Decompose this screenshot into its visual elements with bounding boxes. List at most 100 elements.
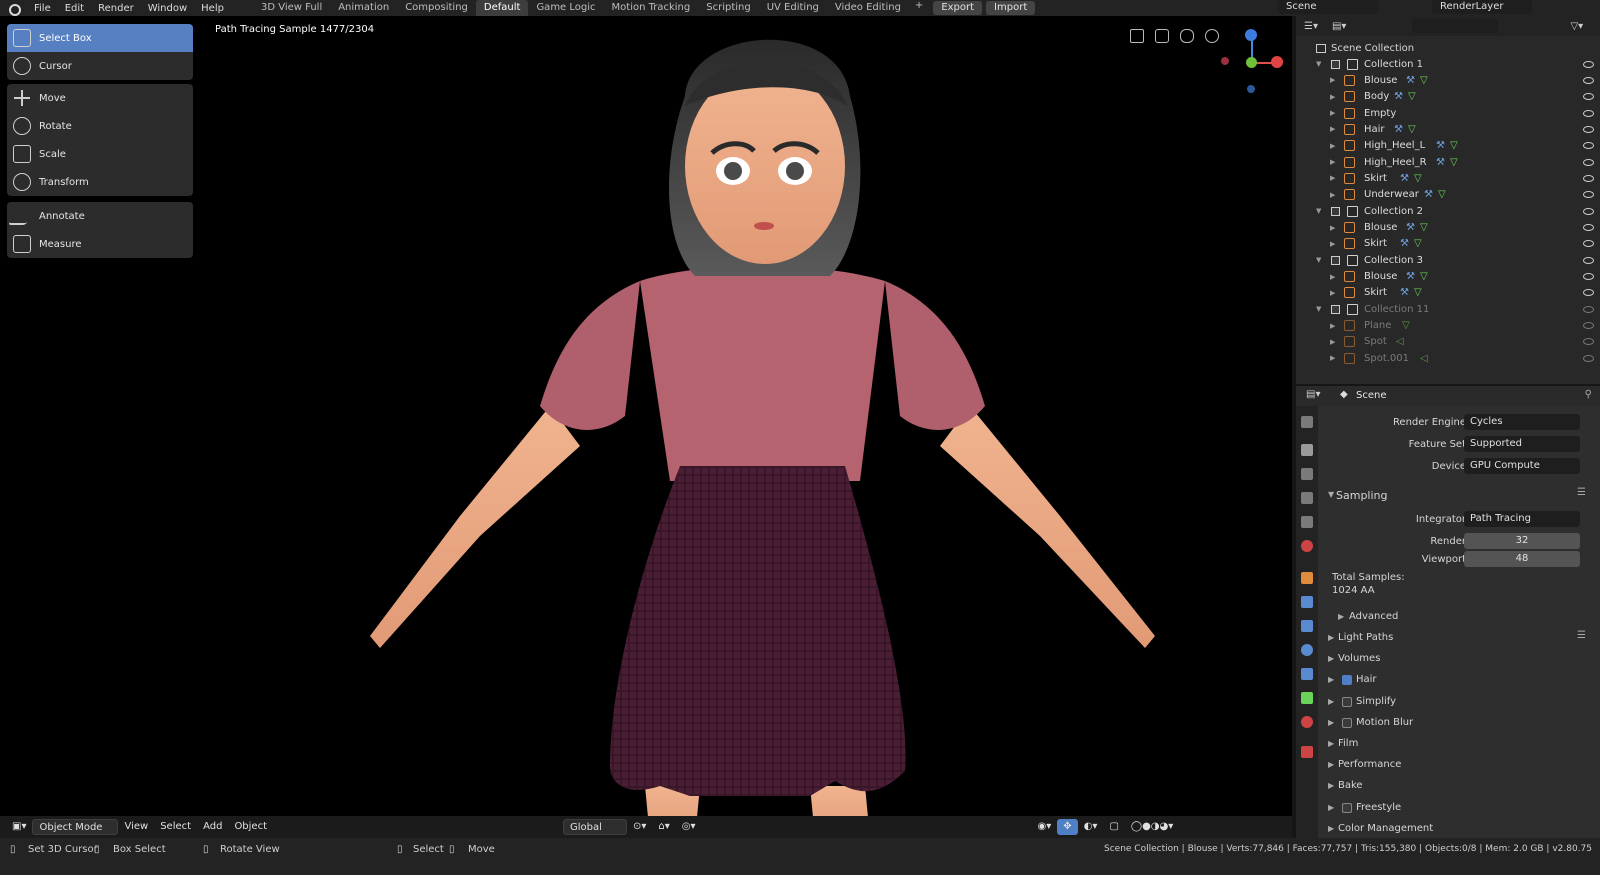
expand-arrow-icon[interactable]: ▶: [1330, 158, 1335, 166]
mesh-data-icon[interactable]: ▽: [1414, 173, 1422, 184]
outliner-object[interactable]: ▶ Skirt ⚒ ▽: [1296, 236, 1600, 252]
constraints-tab-icon[interactable]: [1301, 668, 1313, 680]
expand-arrow-icon[interactable]: ▶: [1330, 224, 1335, 232]
visibility-eye-icon[interactable]: [1583, 256, 1594, 264]
shading-modes-icon[interactable]: ◯●◑◕▾: [1125, 819, 1179, 835]
visibility-eye-icon[interactable]: [1583, 174, 1594, 182]
outliner-collection[interactable]: ▼ Collection 11: [1296, 301, 1600, 317]
mesh-data-icon[interactable]: ▽: [1450, 157, 1458, 168]
texture-tab-icon[interactable]: [1301, 746, 1313, 758]
material-tab-icon[interactable]: [1301, 716, 1313, 728]
expand-arrow-icon[interactable]: ▶: [1330, 125, 1335, 133]
visibility-eye-icon[interactable]: [1583, 289, 1594, 297]
modifier-wrench-icon[interactable]: ⚒: [1406, 75, 1415, 86]
properties-editor-icon[interactable]: ▤▾: [1306, 389, 1320, 400]
panel-film[interactable]: ▶ Film: [1318, 735, 1600, 753]
panel-enable-checkbox[interactable]: [1342, 696, 1352, 707]
outliner-object[interactable]: ▶ Spot ◁: [1296, 334, 1600, 350]
overlay-icon[interactable]: ◐▾: [1078, 819, 1104, 835]
physics-tab-icon[interactable]: [1301, 644, 1313, 656]
tab-compositing[interactable]: Compositing: [397, 0, 476, 16]
mesh-data-icon[interactable]: ▽: [1414, 238, 1422, 249]
output-tab-icon[interactable]: [1301, 468, 1313, 480]
outliner-object[interactable]: ▶ High_Heel_R ⚒ ▽: [1296, 154, 1600, 170]
expand-arrow-icon[interactable]: ▼: [1316, 256, 1321, 264]
expand-arrow-icon[interactable]: ▼: [1316, 305, 1321, 313]
modifier-wrench-icon[interactable]: ⚒: [1400, 287, 1409, 298]
mesh-data-icon[interactable]: ▽: [1414, 287, 1422, 298]
transform-orientation-selector[interactable]: Global: [563, 819, 628, 835]
expand-arrow-icon[interactable]: ▶: [1330, 240, 1335, 248]
pivot-icon[interactable]: ⊙▾: [627, 819, 652, 835]
mesh-data-icon[interactable]: ▽: [1450, 140, 1458, 151]
modifier-wrench-icon[interactable]: ⚒: [1406, 222, 1415, 233]
visibility-eye-icon[interactable]: [1583, 109, 1594, 117]
visibility-eye-icon[interactable]: [1583, 125, 1594, 133]
visibility-eye-icon[interactable]: [1583, 354, 1594, 362]
neg-z-axis-icon[interactable]: [1247, 85, 1255, 93]
exclude-checkbox[interactable]: [1331, 255, 1340, 265]
mode-selector[interactable]: Object Mode: [32, 819, 119, 835]
tool-move[interactable]: Move: [7, 84, 193, 112]
visibility-eye-icon[interactable]: [1583, 338, 1594, 346]
particles-tab-icon[interactable]: [1301, 620, 1313, 632]
export-button[interactable]: Export: [933, 1, 983, 15]
expand-arrow-icon[interactable]: ▶: [1330, 338, 1335, 346]
outliner-object[interactable]: ▶ Blouse ⚒ ▽: [1296, 220, 1600, 236]
outliner-object[interactable]: ▶ Underwear ⚒ ▽: [1296, 187, 1600, 203]
exclude-checkbox[interactable]: [1331, 206, 1340, 216]
tool-transform[interactable]: Transform: [7, 168, 193, 196]
visibility-eye-icon[interactable]: [1583, 93, 1594, 101]
modifier-wrench-icon[interactable]: ⚒: [1436, 140, 1445, 151]
tab-video-editing[interactable]: Video Editing: [827, 0, 909, 16]
light-data-icon[interactable]: ◁: [1396, 336, 1404, 347]
tab-default[interactable]: Default: [475, 0, 529, 16]
tool-scale[interactable]: Scale: [7, 140, 193, 168]
panel-motion-blur[interactable]: ▶ Motion Blur: [1318, 714, 1600, 732]
modifier-wrench-icon[interactable]: ⚒: [1394, 91, 1403, 102]
light-data-icon[interactable]: ◁: [1420, 353, 1428, 364]
sampling-section-header[interactable]: ▼ Sampling ☰: [1318, 486, 1600, 504]
visibility-eye-icon[interactable]: [1583, 322, 1594, 330]
visibility-eye-icon[interactable]: [1583, 273, 1594, 281]
outliner-editor-icon[interactable]: ☰▾: [1304, 21, 1318, 32]
mesh-data-icon[interactable]: ▽: [1438, 189, 1446, 200]
mesh-data-icon[interactable]: ▽: [1408, 124, 1416, 135]
modifier-wrench-icon[interactable]: ⚒: [1400, 173, 1409, 184]
visibility-eye-icon[interactable]: [1583, 142, 1594, 150]
mesh-data-icon[interactable]: ▽: [1420, 75, 1428, 86]
visibility-eye-icon[interactable]: [1583, 305, 1594, 313]
pin-icon[interactable]: ⚲: [1585, 389, 1592, 400]
expand-arrow-icon[interactable]: ▶: [1330, 142, 1335, 150]
visibility-eye-icon[interactable]: [1583, 76, 1594, 84]
expand-arrow-icon[interactable]: ▶: [1330, 289, 1335, 297]
panel-simplify[interactable]: ▶ Simplify: [1318, 693, 1600, 711]
expand-arrow-icon[interactable]: ▶: [1330, 93, 1335, 101]
outliner-collection[interactable]: ▼ Collection 1: [1296, 56, 1600, 72]
tab-uv-editing[interactable]: UV Editing: [759, 0, 827, 16]
expand-arrow-icon[interactable]: ▼: [1316, 60, 1321, 68]
expand-arrow-icon[interactable]: ▶: [1330, 109, 1335, 117]
add-menu[interactable]: Add: [197, 819, 228, 835]
3d-viewport[interactable]: Select Box Cursor Move Rotate Scale Tran…: [0, 16, 1292, 838]
device-select[interactable]: GPU Compute: [1464, 458, 1580, 474]
outliner-object[interactable]: ▶ Blouse ⚒ ▽: [1296, 72, 1600, 88]
modifier-wrench-icon[interactable]: ⚒: [1400, 238, 1409, 249]
mesh-data-icon[interactable]: ▽: [1420, 222, 1428, 233]
panel-enable-checkbox[interactable]: [1342, 717, 1352, 728]
z-axis-icon[interactable]: [1245, 29, 1257, 41]
tool-select-box[interactable]: Select Box: [7, 24, 193, 52]
blender-logo-icon[interactable]: [7, 2, 21, 16]
outliner-object[interactable]: ▶ Skirt ⚒ ▽: [1296, 170, 1600, 186]
scene-selector[interactable]: Scene: [1278, 0, 1378, 14]
expand-arrow-icon[interactable]: ▶: [1330, 273, 1335, 281]
outliner-scene-collection[interactable]: Scene Collection: [1296, 40, 1600, 56]
presets-list-icon[interactable]: ☰: [1577, 487, 1586, 498]
expand-arrow-icon[interactable]: ▼: [1316, 207, 1321, 215]
panel-volumes[interactable]: ▶ Volumes: [1318, 650, 1600, 668]
render-layer-selector[interactable]: RenderLayer: [1432, 0, 1532, 14]
outliner-collection[interactable]: ▼ Collection 2: [1296, 203, 1600, 219]
select-menu[interactable]: Select: [154, 819, 197, 835]
tab-motion-tracking[interactable]: Motion Tracking: [604, 0, 699, 16]
x-axis-icon[interactable]: [1271, 56, 1283, 68]
